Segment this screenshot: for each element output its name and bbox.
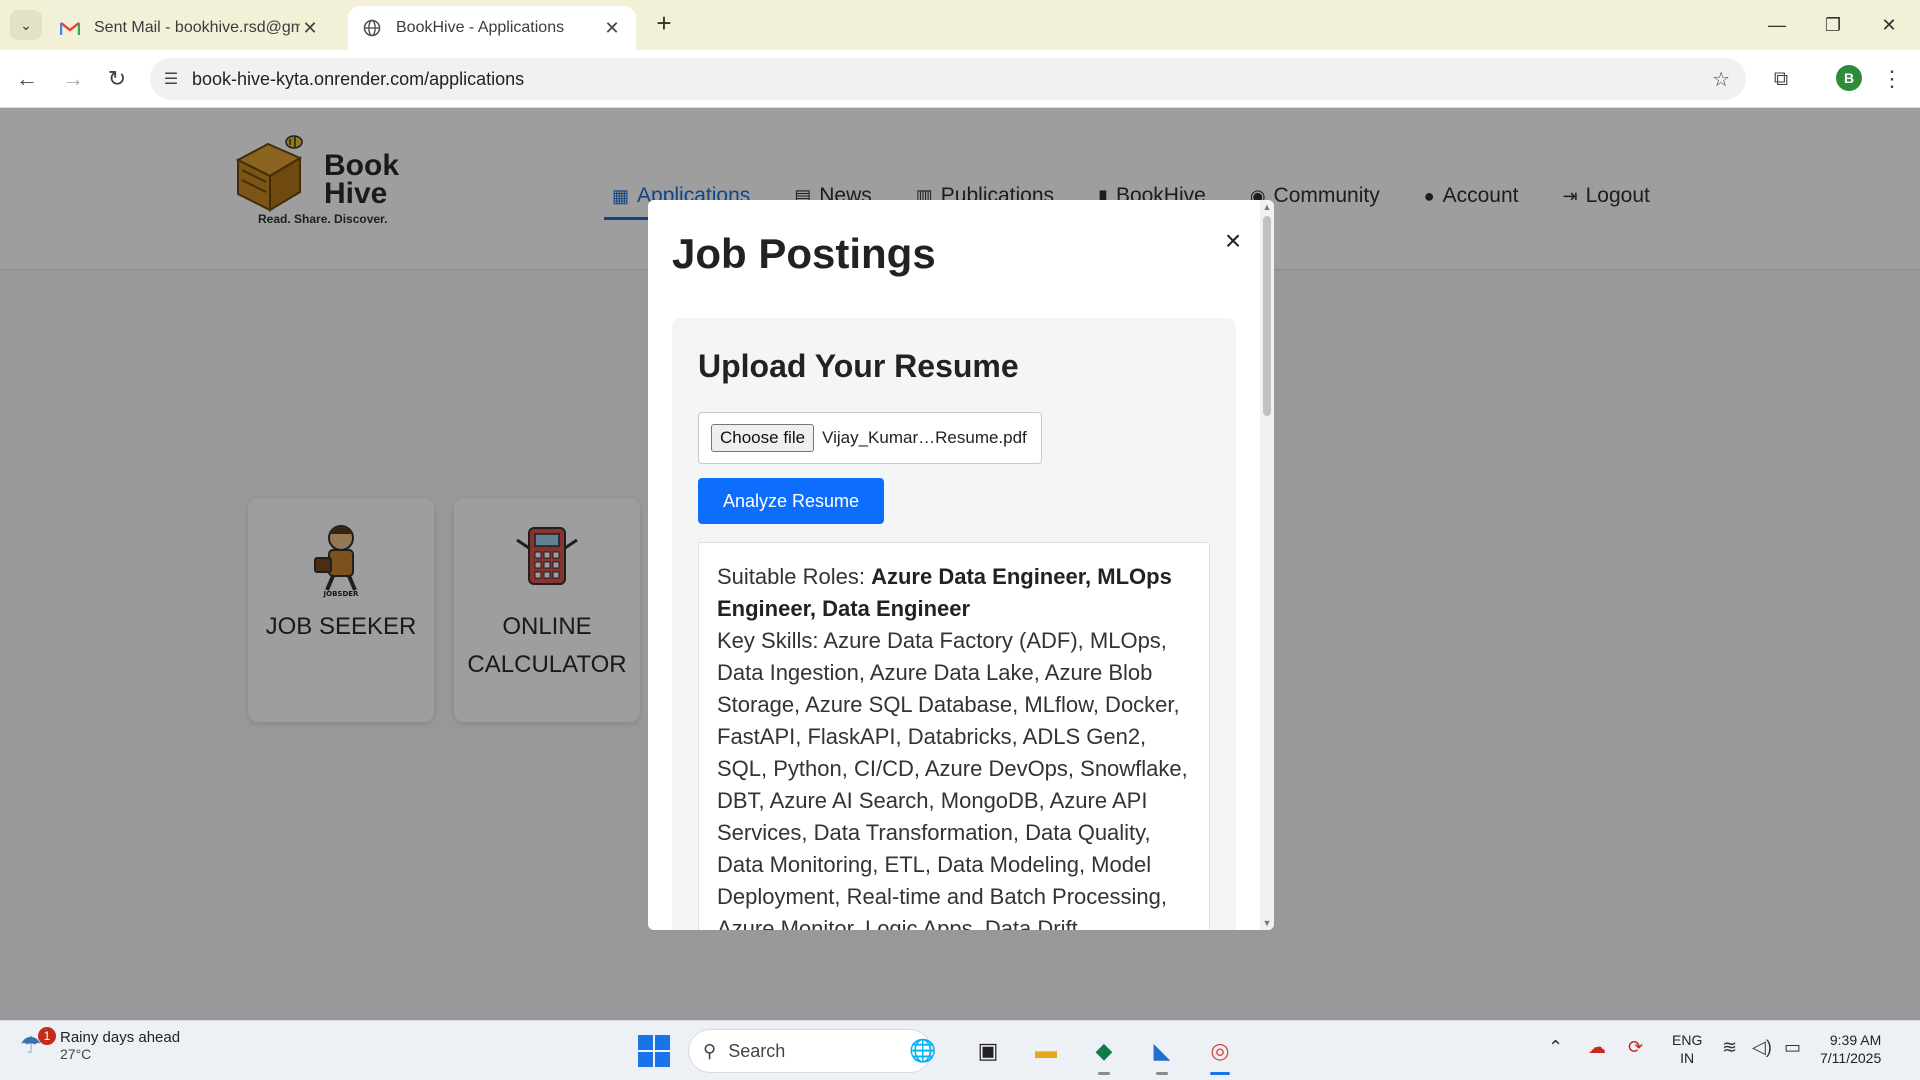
search-icon: ⚲ bbox=[703, 1040, 717, 1061]
globe-icon bbox=[362, 18, 382, 38]
battery-icon[interactable]: ▭ bbox=[1784, 1037, 1801, 1058]
close-tab-icon[interactable]: ✕ bbox=[602, 18, 622, 39]
weather-temp: 27°C bbox=[60, 1046, 92, 1062]
file-explorer-icon[interactable]: ▬ bbox=[1028, 1033, 1064, 1069]
tab-gmail[interactable]: Sent Mail - bookhive.rsd@gmail.com - Gma… bbox=[46, 6, 334, 50]
globe-widget-icon[interactable]: 🌐 bbox=[905, 1033, 941, 1069]
scroll-up-icon[interactable]: ▲ bbox=[1260, 200, 1274, 214]
key-skills: Key Skills: Azure Data Factory (ADF), ML… bbox=[717, 625, 1191, 930]
restore-button[interactable]: ❐ bbox=[1808, 8, 1858, 42]
windows-start-icon[interactable] bbox=[638, 1035, 670, 1067]
volume-icon[interactable]: ◁) bbox=[1752, 1037, 1772, 1058]
wifi-icon[interactable]: ≋ bbox=[1722, 1037, 1737, 1058]
analyze-resume-button[interactable]: Analyze Resume bbox=[698, 478, 884, 524]
browser-tabstrip: ⌄ Sent Mail - bookhive.rsd@gmail.com - G… bbox=[0, 0, 1920, 50]
close-tab-icon[interactable]: ✕ bbox=[300, 18, 320, 39]
browser-toolbar: ← → ↻ ☰ book-hive-kyta.onrender.com/appl… bbox=[0, 50, 1920, 108]
tab-search-button[interactable]: ⌄ bbox=[10, 10, 42, 40]
address-bar[interactable]: ☰ book-hive-kyta.onrender.com/applicatio… bbox=[150, 58, 1746, 100]
suitable-roles: Suitable Roles: Azure Data Engineer, MLO… bbox=[717, 564, 1172, 621]
profile-avatar[interactable]: B bbox=[1836, 65, 1862, 91]
onedrive-icon[interactable]: ☁ bbox=[1588, 1037, 1606, 1058]
upload-title: Upload Your Resume bbox=[698, 348, 1019, 384]
close-window-button[interactable]: ✕ bbox=[1864, 8, 1914, 42]
skills-value: Azure Data Factory (ADF), MLOps, Data In… bbox=[717, 628, 1188, 930]
reload-icon[interactable]: ↻ bbox=[100, 62, 134, 96]
selected-file-name: Vijay_Kumar…Resume.pdf bbox=[822, 428, 1027, 447]
tab-bookhive[interactable]: BookHive - Applications ✕ bbox=[348, 6, 636, 50]
weather-title: Rainy days ahead bbox=[60, 1029, 181, 1046]
scrollbar-thumb[interactable] bbox=[1263, 216, 1271, 416]
url-text: book-hive-kyta.onrender.com/applications bbox=[192, 68, 525, 89]
scroll-down-icon[interactable]: ▼ bbox=[1260, 916, 1274, 930]
job-postings-modal: Job Postings × Upload Your Resume Choose… bbox=[648, 200, 1274, 930]
new-tab-button[interactable]: + bbox=[650, 10, 678, 38]
windows-taskbar: ☂ 1 Rainy days ahead 27°C ⚲ Search 🌐 ▣ ▬… bbox=[0, 1020, 1920, 1080]
weather-widget[interactable]: ☂ 1 Rainy days ahead 27°C bbox=[20, 1026, 181, 1062]
tab-title: BookHive - Applications bbox=[396, 19, 565, 36]
chevron-down-icon: ⌄ bbox=[20, 16, 32, 33]
gmail-icon bbox=[60, 18, 80, 38]
resume-file-input[interactable]: Choose file Vijay_Kumar…Resume.pdf bbox=[698, 412, 1042, 464]
choose-file-button[interactable]: Choose file bbox=[711, 424, 815, 452]
tab-title: Sent Mail - bookhive.rsd@gmail.com - Gma… bbox=[94, 19, 300, 36]
forward-arrow-icon[interactable]: → bbox=[56, 62, 90, 96]
clock[interactable]: 9:39 AM 7/11/2025 bbox=[1820, 1031, 1881, 1067]
sync-icon[interactable]: ⟳ bbox=[1628, 1037, 1643, 1058]
chrome-icon[interactable]: ◎ bbox=[1202, 1033, 1238, 1075]
notification-badge: 1 bbox=[38, 1026, 56, 1045]
back-arrow-icon[interactable]: ← bbox=[10, 62, 44, 96]
page-content: Book Hive Read. Share. Discover. ▦ Appli… bbox=[0, 108, 1920, 1020]
task-view-icon[interactable]: ▣ bbox=[970, 1033, 1006, 1069]
menu-kebab-icon[interactable]: ⋮ bbox=[1880, 62, 1904, 96]
modal-title: Job Postings bbox=[672, 230, 936, 277]
upload-resume-panel: Upload Your Resume Choose file Vijay_Kum… bbox=[672, 318, 1236, 930]
modal-scrollbar[interactable]: ▲ ▼ bbox=[1260, 200, 1274, 930]
analysis-result: Suitable Roles: Azure Data Engineer, MLO… bbox=[698, 542, 1210, 930]
umbrella-icon: ☂ 1 bbox=[20, 1026, 56, 1061]
bookmark-star-icon[interactable]: ☆ bbox=[1712, 67, 1730, 92]
search-placeholder: Search bbox=[728, 1040, 786, 1061]
app-leaf-icon[interactable]: ◆ bbox=[1086, 1033, 1122, 1075]
extensions-icon[interactable]: ⧉ bbox=[1766, 64, 1796, 94]
taskbar-search[interactable]: ⚲ Search bbox=[688, 1029, 932, 1073]
minimize-button[interactable]: — bbox=[1752, 8, 1802, 42]
language-indicator[interactable]: ENG IN bbox=[1672, 1031, 1702, 1067]
chevron-up-icon[interactable]: ⌃ bbox=[1548, 1037, 1563, 1058]
vscode-icon[interactable]: ◣ bbox=[1144, 1033, 1180, 1075]
site-info-icon[interactable]: ☰ bbox=[150, 69, 192, 89]
close-icon[interactable]: × bbox=[1218, 226, 1248, 256]
